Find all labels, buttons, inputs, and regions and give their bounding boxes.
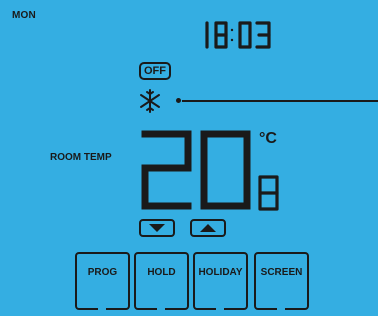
bottom-gap	[98, 308, 106, 310]
temperature-main-display	[140, 126, 260, 216]
clock-display	[196, 16, 296, 56]
hold-button[interactable]: HOLD	[134, 252, 189, 310]
prog-button[interactable]: PROG	[75, 252, 130, 310]
temperature-main-digits	[141, 130, 251, 210]
bottom-gap	[277, 308, 285, 310]
bottom-gap	[216, 308, 224, 310]
hold-button-label: HOLD	[147, 267, 176, 278]
day-label: MON	[12, 10, 36, 21]
decrease-temperature-button[interactable]	[139, 219, 175, 237]
screen-button-label: SCREEN	[260, 267, 303, 278]
indicator-line	[182, 100, 378, 102]
bottom-gap	[157, 308, 165, 310]
temperature-decimal-digit	[258, 175, 279, 211]
holiday-button-label: HOLIDAY	[198, 267, 243, 278]
screen-button[interactable]: SCREEN	[254, 252, 309, 310]
off-badge: OFF	[139, 62, 171, 80]
temperature-decimal-display	[255, 172, 283, 214]
increase-temperature-button[interactable]	[190, 219, 226, 237]
indicator-dot	[176, 98, 181, 103]
triangle-up-icon	[200, 224, 216, 232]
prog-button-label: PROG	[87, 267, 118, 278]
snowflake-icon	[137, 88, 163, 114]
clock-digits	[205, 21, 271, 49]
room-temp-label: ROOM TEMP	[50, 152, 112, 163]
temperature-unit: °C	[259, 130, 277, 147]
triangle-down-icon	[149, 224, 165, 232]
holiday-button[interactable]: HOLIDAY	[193, 252, 248, 310]
